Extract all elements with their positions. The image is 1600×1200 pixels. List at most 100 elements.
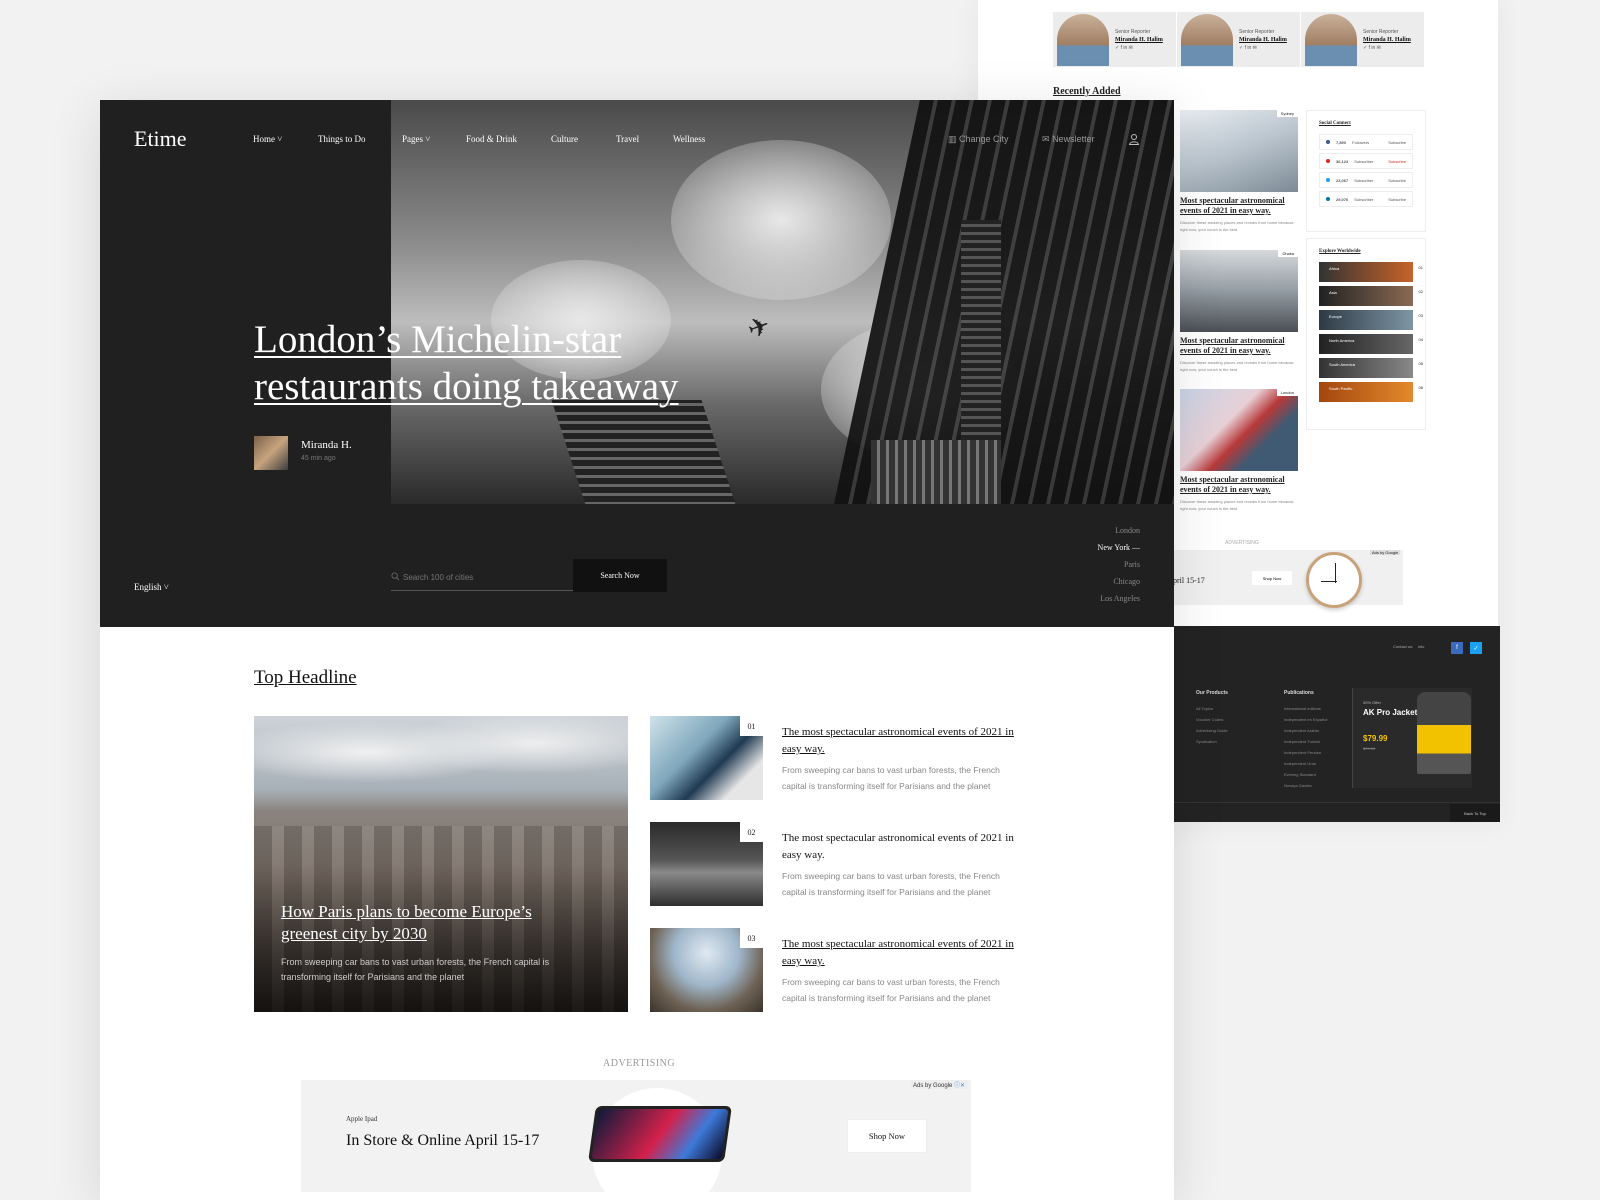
footer-promo[interactable]: 30% Offer AK Pro Jacket $79.99 $99.00 — [1352, 688, 1472, 788]
facebook-icon — [1326, 140, 1330, 144]
user-icon[interactable] — [1128, 133, 1140, 145]
recently-added-title: Recently Added — [1053, 86, 1121, 97]
footer-link[interactable]: Novaya Gazeta — [1284, 780, 1327, 791]
author-social-icons: ✓ f in ✉ — [1363, 44, 1381, 51]
headline-item[interactable]: 01 The most spectacular astronomical eve… — [650, 716, 1014, 800]
author-photo — [1057, 13, 1109, 66]
ads-by-google-small[interactable]: Ads by Google — [1370, 550, 1401, 555]
recent-card[interactable]: Sydney Most spectacular astronomical eve… — [1180, 110, 1298, 233]
subscribe-link[interactable]: Subscribe — [1388, 140, 1406, 145]
explore-item[interactable]: Africa 01 — [1319, 262, 1423, 282]
author-photo — [1305, 13, 1357, 66]
social-row-facebook[interactable]: 7,890 Followers Subscribe — [1319, 134, 1413, 150]
footer-link[interactable]: International editions — [1284, 703, 1327, 714]
nav-home[interactable]: Home ˅ — [253, 134, 282, 144]
search-now-button[interactable]: Search Now — [573, 559, 667, 592]
headline-item[interactable]: 02 The most spectacular astronomical eve… — [650, 822, 1014, 906]
explore-item[interactable]: South America 05 — [1319, 358, 1423, 378]
feature-article-title[interactable]: How Paris plans to become Europe’s green… — [281, 901, 581, 945]
social-row-youtube[interactable]: 36,123 Subscriber Subscribe — [1319, 153, 1413, 169]
nav-wellness[interactable]: Wellness — [673, 134, 705, 144]
author-name-link[interactable]: Miranda H. Halim — [1239, 37, 1287, 43]
author-card[interactable]: Senior Reporter Miranda H. Halim ✓ f in ✉ — [1053, 12, 1177, 67]
change-city-button[interactable]: ▥ Change City — [948, 134, 1009, 145]
footer-link[interactable]: Independent Urdu — [1284, 758, 1327, 769]
social-count: 36,123 — [1336, 158, 1349, 164]
author-role: Senior Reporter — [1115, 28, 1151, 35]
explore-worldwide-panel: Explore Worldwide Africa 01 Asia 02 Europe… — [1306, 238, 1426, 430]
social-label: Subscriber — [1354, 177, 1374, 183]
headline-item[interactable]: 03 The most spectacular astronomical eve… — [650, 928, 1014, 1012]
hero-author-name[interactable]: Miranda H. — [301, 439, 352, 451]
author-name-link[interactable]: Miranda H. Halim — [1363, 37, 1411, 43]
footer-link[interactable]: Evening Standard — [1284, 769, 1327, 780]
social-row-linkedin[interactable]: 29,076 Subscriber Subscribe — [1319, 191, 1413, 207]
city-link-paris[interactable]: Paris — [1124, 560, 1140, 569]
recent-card[interactable]: Dhaka Most spectacular astronomical even… — [1180, 250, 1298, 373]
headline-item-title[interactable]: The most spectacular astronomical events… — [782, 936, 1022, 970]
feature-article-text: From sweeping car bans to vast urban for… — [281, 957, 550, 982]
explore-item[interactable]: Europe 03 — [1319, 310, 1423, 330]
hero-title[interactable]: London’s Michelin-star restaurants doing… — [254, 316, 774, 410]
explore-item[interactable]: South Pacific 06 — [1319, 382, 1423, 402]
promo-name: AK Pro Jacket — [1363, 708, 1418, 717]
city-link-london[interactable]: London — [1115, 526, 1140, 535]
headline-number: 03 — [740, 928, 763, 948]
author-card[interactable]: Senior Reporter Miranda H. Halim ✓ f in ✉ — [1177, 12, 1301, 67]
social-row-twitter[interactable]: 23,067 Subscriber Subscribe — [1319, 172, 1413, 188]
adchoices-icon[interactable]: ⓘ✕ — [954, 1083, 965, 1089]
site-logo[interactable]: Etime — [134, 126, 187, 152]
linkedin-icon — [1326, 197, 1330, 201]
author-card[interactable]: Senior Reporter Miranda H. Halim ✓ f in ✉ — [1301, 12, 1425, 67]
ads-by-google[interactable]: Ads by Google ⓘ✕ — [910, 1080, 969, 1089]
footer-contact-value[interactable]: Info — [1418, 644, 1425, 649]
nav-things-to-do[interactable]: Things to Do — [318, 134, 366, 144]
nav-travel[interactable]: Travel — [616, 134, 639, 144]
recent-card[interactable]: London Most spectacular astronomical eve… — [1180, 389, 1298, 512]
headline-item-title[interactable]: The most spectacular astronomical events… — [782, 830, 1022, 864]
explore-item-label: Asia — [1329, 290, 1337, 295]
headline-item-title[interactable]: The most spectacular astronomical events… — [782, 724, 1022, 758]
explore-item-number: 04 — [1418, 337, 1423, 342]
recent-card-text: Discover these amazing places and reveal… — [1180, 499, 1294, 511]
footer-link[interactable]: Voucher Codes — [1196, 714, 1228, 725]
city-link-los-angeles[interactable]: Los Angeles — [1100, 594, 1140, 603]
mail-icon: ✉ — [1042, 134, 1050, 144]
facebook-icon[interactable]: f — [1451, 642, 1463, 654]
explore-item[interactable]: North America 04 — [1319, 334, 1423, 354]
subscribe-link[interactable]: Subscribe — [1388, 178, 1406, 183]
footer-link[interactable]: Independent Arabia — [1284, 725, 1327, 736]
ad-small-shop-button[interactable]: Shop Now — [1252, 571, 1292, 585]
footer-link[interactable]: All Topics — [1196, 703, 1228, 714]
author-name-link[interactable]: Miranda H. Halim — [1115, 37, 1163, 43]
twitter-icon[interactable]: ✓ — [1470, 642, 1482, 654]
city-search-input[interactable] — [391, 567, 571, 587]
social-label: Subscriber — [1354, 196, 1374, 202]
recent-card-title[interactable]: Most spectacular astronomical events of … — [1180, 336, 1298, 356]
explore-item-number: 01 — [1418, 265, 1423, 270]
subscribe-link[interactable]: Subscribe — [1388, 159, 1406, 164]
recent-card-title[interactable]: Most spectacular astronomical events of … — [1180, 196, 1298, 216]
city-link-new-york[interactable]: New York — — [1098, 543, 1140, 552]
subscribe-link[interactable]: Subscribe — [1388, 197, 1406, 202]
recent-card-tag: Sydney — [1276, 110, 1298, 117]
nav-culture[interactable]: Culture — [551, 134, 578, 144]
nav-food-drink[interactable]: Food & Drink — [466, 134, 517, 144]
footer-link[interactable]: Independent Persian — [1284, 747, 1327, 758]
recent-card-title[interactable]: Most spectacular astronomical events of … — [1180, 475, 1298, 495]
footer-link[interactable]: Independent en Español — [1284, 714, 1327, 725]
explore-item[interactable]: Asia 02 — [1319, 286, 1423, 306]
newsletter-button[interactable]: ✉ Newsletter — [1042, 134, 1095, 145]
language-selector[interactable]: English ˅ — [134, 582, 169, 592]
nav-pages[interactable]: Pages ˅ — [402, 134, 430, 144]
city-link-chicago[interactable]: Chicago — [1113, 577, 1140, 586]
shop-now-button[interactable]: Shop Now — [847, 1119, 927, 1153]
avatar[interactable] — [254, 436, 288, 470]
ads-by-google-label: Ads by Google — [913, 1083, 953, 1089]
footer-link[interactable]: Advertising Guide — [1196, 725, 1228, 736]
footer-link[interactable]: Syndication — [1196, 736, 1228, 747]
footer-link[interactable]: Independent Turkish — [1284, 736, 1327, 747]
headline-item-text: From sweeping car bans to vast urban for… — [782, 977, 1000, 1003]
back-to-top-button[interactable]: Back To Top — [1450, 804, 1500, 822]
social-connect-title: Social Connect — [1319, 121, 1351, 126]
